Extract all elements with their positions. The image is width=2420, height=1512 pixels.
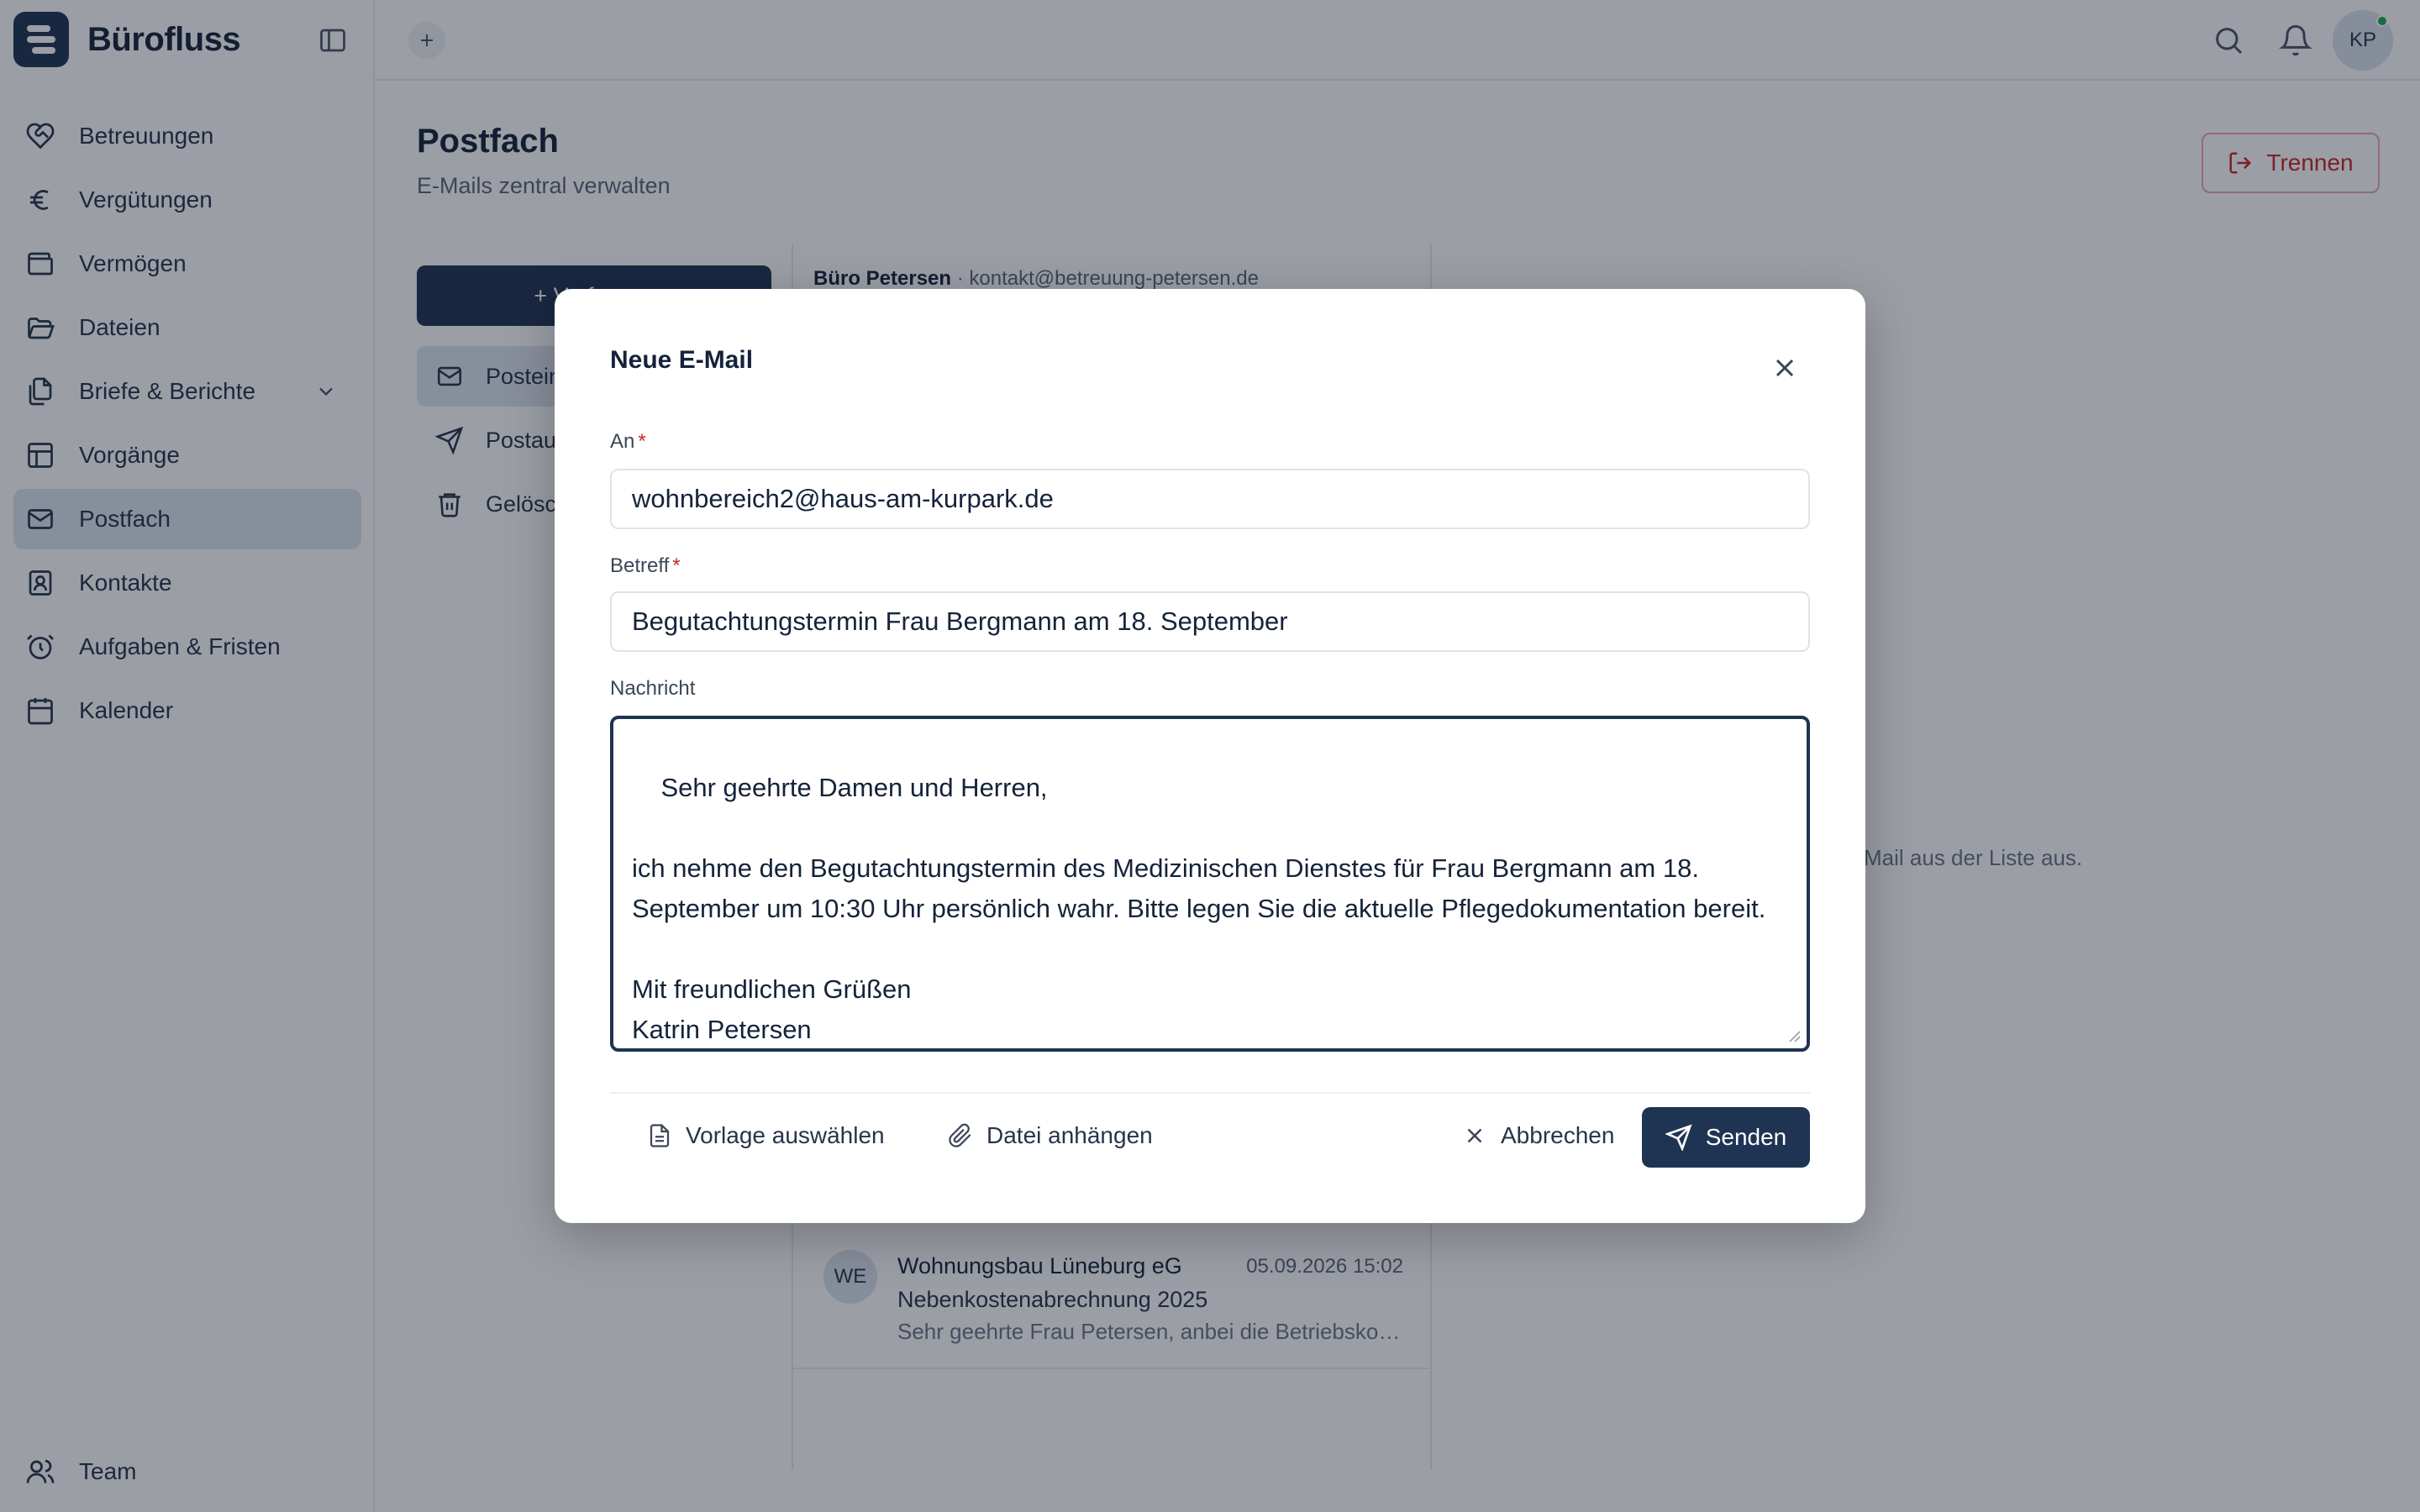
message-text: Sehr geehrte Damen und Herren, ich nehme… xyxy=(632,773,1766,1044)
send-icon xyxy=(1665,1124,1692,1151)
required-mark: * xyxy=(672,554,681,577)
subject-label-text: Betreff xyxy=(610,554,670,577)
subject-label: Betreff * xyxy=(610,554,681,578)
attach-file-button[interactable]: Datei anhängen xyxy=(934,1105,1166,1166)
close-icon[interactable] xyxy=(1770,353,1800,383)
dialog-title: Neue E-Mail xyxy=(610,346,754,374)
send-label: Senden xyxy=(1705,1124,1787,1150)
close-icon xyxy=(1467,1128,1482,1143)
template-label: Vorlage auswählen xyxy=(686,1122,885,1148)
cancel-button[interactable]: Abbrechen xyxy=(1449,1105,1628,1166)
message-label: Nachricht xyxy=(610,677,696,700)
paperclip-icon xyxy=(949,1123,971,1147)
message-textarea[interactable]: Sehr geehrte Damen und Herren, ich nehme… xyxy=(610,716,1810,1052)
to-label-text: An xyxy=(610,430,635,453)
required-mark: * xyxy=(638,430,646,453)
template-button[interactable]: Vorlage auswählen xyxy=(634,1105,898,1166)
subject-field[interactable]: Begutachtungstermin Frau Bergmann am 18.… xyxy=(610,591,1810,652)
cancel-label: Abbrechen xyxy=(1501,1122,1615,1148)
file-text-icon xyxy=(650,1124,670,1147)
attach-label: Datei anhängen xyxy=(986,1122,1153,1148)
new-email-dialog: Neue E-Mail An * wohnbereich2@haus-am-kur… xyxy=(555,289,1865,1223)
resize-handle-icon[interactable] xyxy=(1786,1028,1802,1043)
to-field[interactable]: wohnbereich2@haus-am-kurpark.de xyxy=(610,469,1810,529)
send-button[interactable]: Senden xyxy=(1642,1107,1810,1168)
to-label: An * xyxy=(610,430,646,454)
dialog-divider xyxy=(610,1092,1810,1094)
